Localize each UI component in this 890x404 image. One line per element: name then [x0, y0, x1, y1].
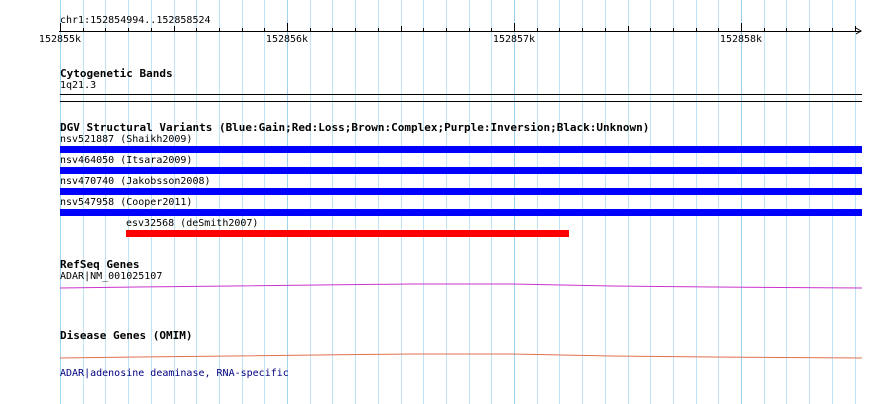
- disease-gene-model[interactable]: [0, 0, 890, 404]
- disease-gene-label[interactable]: ADAR|adenosine deaminase, RNA-specific: [60, 368, 289, 379]
